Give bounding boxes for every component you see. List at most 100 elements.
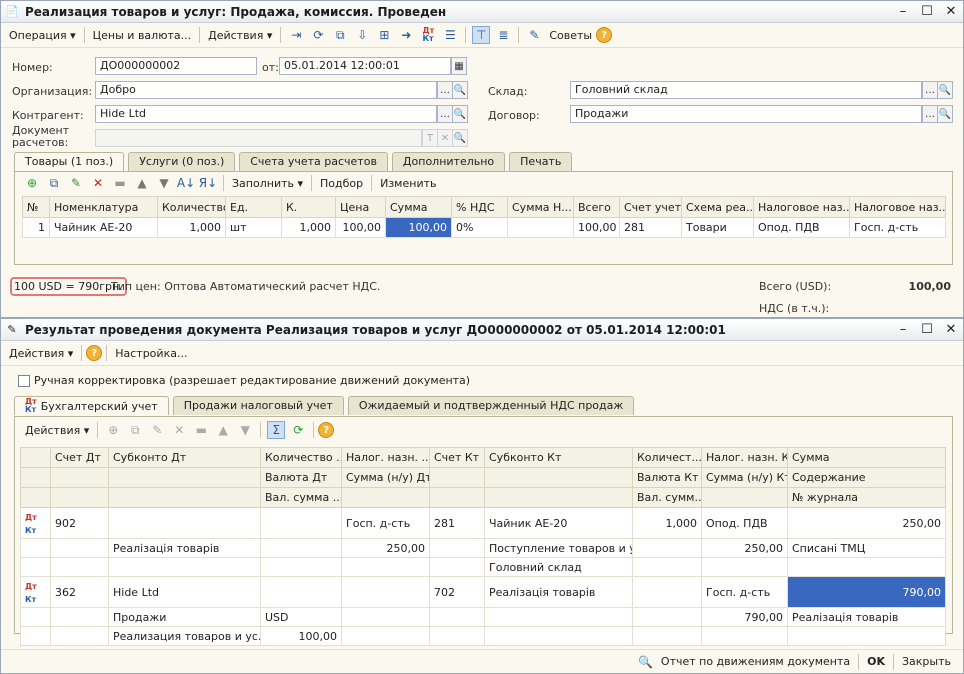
cell[interactable]: Госп. д-сть	[341, 507, 430, 539]
cell[interactable]: Продажи	[108, 607, 261, 627]
edit-row-icon[interactable]: ✎	[148, 421, 166, 439]
table-row[interactable]: Реализация товаров и ус... 100,00	[20, 626, 946, 646]
calendar-icon[interactable]: ▦	[451, 57, 467, 75]
cell[interactable]	[260, 507, 342, 539]
counterparty-open-icon[interactable]: 🔍	[452, 105, 468, 123]
col-header[interactable]	[20, 447, 51, 468]
cell[interactable]: Чайник АЕ-20	[49, 217, 158, 238]
close-button[interactable]: ✕	[939, 322, 963, 337]
cell[interactable]	[484, 626, 633, 646]
cell-selected[interactable]: 790,00	[787, 576, 946, 608]
close-window-button[interactable]: Закрыть	[898, 653, 955, 670]
date-field[interactable]: 05.01.2014 12:00:01	[279, 57, 451, 75]
col-header[interactable]: Сумма (н/у) Кт	[701, 467, 788, 488]
tab-print[interactable]: Печать	[509, 152, 573, 171]
org-open-icon[interactable]: 🔍	[452, 81, 468, 99]
tab-sales-tax[interactable]: Продажи налоговый учет	[172, 396, 344, 415]
settlement-clear-icon[interactable]: ✕	[437, 129, 453, 147]
report-icon[interactable]: 🔍	[637, 653, 655, 671]
operation-menu[interactable]: Операция ▾	[5, 27, 80, 44]
cell[interactable]: Опод. ПДВ	[753, 217, 850, 238]
col-header[interactable]: К.	[281, 196, 336, 218]
cell[interactable]: 281	[619, 217, 682, 238]
manual-correction[interactable]: Ручная корректировка (разрешает редактир…	[18, 374, 470, 387]
actions-menu[interactable]: Действия ▾	[204, 27, 276, 44]
col-header[interactable]: Цена	[335, 196, 386, 218]
cell[interactable]	[50, 607, 109, 627]
col-header[interactable]: Субконто Кт	[484, 447, 633, 468]
col-header[interactable]: Налоговое наз...	[753, 196, 850, 218]
col-header[interactable]: Счет Дт	[50, 447, 109, 468]
cell[interactable]: 100,00	[260, 626, 342, 646]
move-up-icon[interactable]: ▲	[133, 174, 151, 192]
close-button[interactable]: ✕	[939, 4, 963, 19]
minimize-button[interactable]: –	[891, 322, 915, 337]
copy-row-icon[interactable]: ⧉	[126, 421, 144, 439]
col-header[interactable]: Счет учета	[619, 196, 682, 218]
cell[interactable]	[50, 557, 109, 577]
cell[interactable]: 362	[50, 576, 109, 608]
copy-row-icon[interactable]: ⧉	[45, 174, 63, 192]
cell[interactable]: Списані ТМЦ	[787, 538, 946, 558]
cell[interactable]	[341, 626, 430, 646]
col-header[interactable]: Количество	[157, 196, 226, 218]
add-row-icon[interactable]: ⊕	[104, 421, 122, 439]
cell[interactable]	[507, 217, 574, 238]
cell[interactable]: 250,00	[341, 538, 430, 558]
refresh-icon[interactable]: ⟳	[289, 421, 307, 439]
col-header[interactable]: Валюта Кт	[632, 467, 702, 488]
grid-actions-menu[interactable]: Действия ▾	[21, 422, 93, 439]
maximize-button[interactable]: ☐	[915, 322, 939, 337]
cell[interactable]	[20, 626, 51, 646]
table-row[interactable]: Головний склад	[20, 557, 946, 577]
cell[interactable]: Товари	[681, 217, 754, 238]
cell[interactable]	[260, 538, 342, 558]
fill-menu[interactable]: Заполнить ▾	[228, 175, 307, 192]
cell[interactable]	[701, 557, 788, 577]
col-header[interactable]	[50, 467, 109, 488]
cell[interactable]: Hide Ltd	[108, 576, 261, 608]
settings-button[interactable]: Настройка...	[111, 345, 191, 362]
col-header[interactable]: Номенклатура	[49, 196, 158, 218]
tips-icon[interactable]: ✎	[525, 26, 543, 44]
tab-settlement-accounts[interactable]: Счета учета расчетов	[239, 152, 388, 171]
cell[interactable]: 100,00	[335, 217, 386, 238]
col-header[interactable]: Вал. сумма ...	[260, 487, 342, 508]
cell[interactable]: Госп. д-сть	[849, 217, 946, 238]
based-on-icon[interactable]: ⇩	[353, 26, 371, 44]
col-header[interactable]	[429, 487, 485, 508]
col-header[interactable]: Схема реа...	[681, 196, 754, 218]
move-down-icon[interactable]: ▼	[155, 174, 173, 192]
settlement-open-icon[interactable]: 🔍	[452, 129, 468, 147]
cell[interactable]	[632, 626, 702, 646]
document-journal-icon[interactable]: ☰	[441, 26, 459, 44]
goto-icon[interactable]: ➜	[397, 26, 415, 44]
dt-kt-icon[interactable]: Дт Кт	[419, 26, 437, 44]
col-header[interactable]: Вал. сумм...	[632, 487, 702, 508]
cell[interactable]: Реализация товаров и ус...	[108, 626, 261, 646]
tips-button[interactable]: Советы	[545, 27, 596, 44]
cell[interactable]	[108, 557, 261, 577]
cell-selected[interactable]: 100,00	[385, 217, 452, 238]
col-header[interactable]: № журнала	[787, 487, 946, 508]
cell[interactable]: шт	[225, 217, 282, 238]
cell[interactable]: 1,000	[157, 217, 226, 238]
col-header[interactable]: №	[22, 196, 50, 218]
col-header[interactable]	[50, 487, 109, 508]
cell[interactable]	[429, 626, 485, 646]
col-header[interactable]: Всего	[573, 196, 620, 218]
col-header[interactable]: Счет Кт	[429, 447, 485, 468]
col-header[interactable]: Содержание	[787, 467, 946, 488]
cell[interactable]: Опод. ПДВ	[701, 507, 788, 539]
cell[interactable]	[341, 557, 430, 577]
refresh-icon[interactable]: ⟳	[309, 26, 327, 44]
col-header[interactable]: Сумма Н...	[507, 196, 574, 218]
col-header[interactable]: Количество ...	[260, 447, 342, 468]
col-header[interactable]	[341, 487, 430, 508]
col-header[interactable]	[108, 487, 261, 508]
end-edit-icon[interactable]: ▬	[192, 421, 210, 439]
cell[interactable]: 281	[429, 507, 485, 539]
col-header[interactable]: Сумма	[385, 196, 452, 218]
cell[interactable]: Реалізація товарів	[108, 538, 261, 558]
end-edit-icon[interactable]: ▬	[111, 174, 129, 192]
